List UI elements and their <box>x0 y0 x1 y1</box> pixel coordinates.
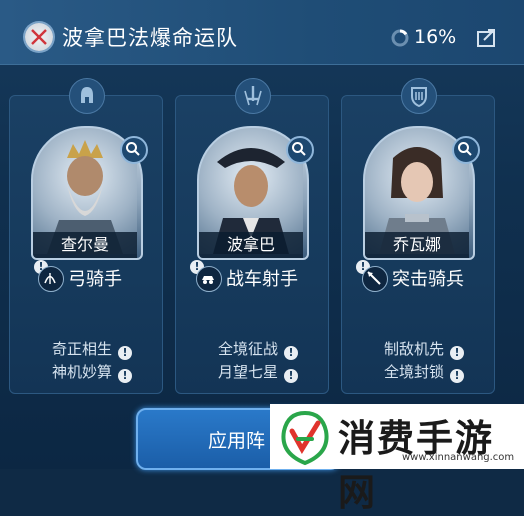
skill-label: 神机妙算 <box>52 363 113 381</box>
hero-name: 波拿巴 <box>199 232 303 258</box>
skill-label: 全境征战 <box>218 340 279 358</box>
share-icon[interactable] <box>476 26 498 48</box>
bow-icon <box>38 266 64 292</box>
skill-1[interactable]: 全境征战! <box>218 339 299 360</box>
skill-label: 奇正相生 <box>52 340 113 358</box>
team-name[interactable]: 波拿巴法爆命运队 <box>62 22 238 52</box>
warning-icon[interactable]: ! <box>284 346 299 360</box>
hero-card-2[interactable]: 波拿巴 ! 战车射手 全境征战! 月望七星! <box>175 78 329 394</box>
team-emblem-icon[interactable] <box>25 23 53 51</box>
team-header: 波拿巴法爆命运队 16% <box>0 0 524 65</box>
warning-icon[interactable]: ! <box>450 369 465 383</box>
warning-icon[interactable]: ! <box>118 346 133 360</box>
progress-percent: 16% <box>414 26 457 48</box>
warning-icon[interactable]: ! <box>284 369 299 383</box>
role-label: 突击骑兵 <box>392 269 464 290</box>
hero-name: 乔瓦娜 <box>365 232 469 258</box>
shield-emblem-icon <box>401 78 437 114</box>
zoom-icon[interactable] <box>120 136 148 164</box>
watermark-logo-icon <box>281 410 329 466</box>
skill-label: 制敌机先 <box>384 340 445 358</box>
hero-card-3[interactable]: 乔瓦娜 ! 突击骑兵 制敌机先! 全境封锁! <box>341 78 495 394</box>
warning-icon[interactable]: ! <box>450 346 465 360</box>
helmet-emblem-icon <box>69 78 105 114</box>
skill-1[interactable]: 奇正相生! <box>52 339 133 360</box>
sword-emblem-icon <box>235 78 271 114</box>
skill-1[interactable]: 制敌机先! <box>384 339 465 360</box>
hero-name: 查尔曼 <box>33 232 137 258</box>
apply-lineup-label: 应用阵 <box>208 430 266 452</box>
skill-label: 月望七星 <box>218 363 279 381</box>
role-label: 弓骑手 <box>68 269 122 290</box>
zoom-icon[interactable] <box>286 136 314 164</box>
skill-2[interactable]: 月望七星! <box>218 362 299 383</box>
chariot-icon <box>196 266 222 292</box>
hero-card-1[interactable]: 查尔曼 ! 弓骑手 奇正相生! 神机妙算! <box>9 78 163 394</box>
progress-ring-icon <box>391 29 409 47</box>
hero-role: ! 战车射手 <box>176 260 328 292</box>
hero-role: ! 弓骑手 <box>10 260 162 292</box>
lance-icon <box>362 266 388 292</box>
watermark-url: www.xinnanwang.com <box>402 452 515 463</box>
skill-2[interactable]: 神机妙算! <box>52 362 133 383</box>
skill-2[interactable]: 全境封锁! <box>384 362 465 383</box>
skill-label: 全境封锁 <box>384 363 445 381</box>
site-watermark: 消费手游网 www.xinnanwang.com <box>270 404 524 514</box>
zoom-icon[interactable] <box>452 136 480 164</box>
team-panel: 波拿巴法爆命运队 16% 查尔曼 ! 弓骑手 奇正相生 ! 神机妙算 ! 波拿巴… <box>0 0 524 514</box>
warning-icon[interactable]: ! <box>118 369 133 383</box>
role-label: 战车射手 <box>226 269 298 290</box>
hero-role: ! 突击骑兵 <box>342 260 494 292</box>
